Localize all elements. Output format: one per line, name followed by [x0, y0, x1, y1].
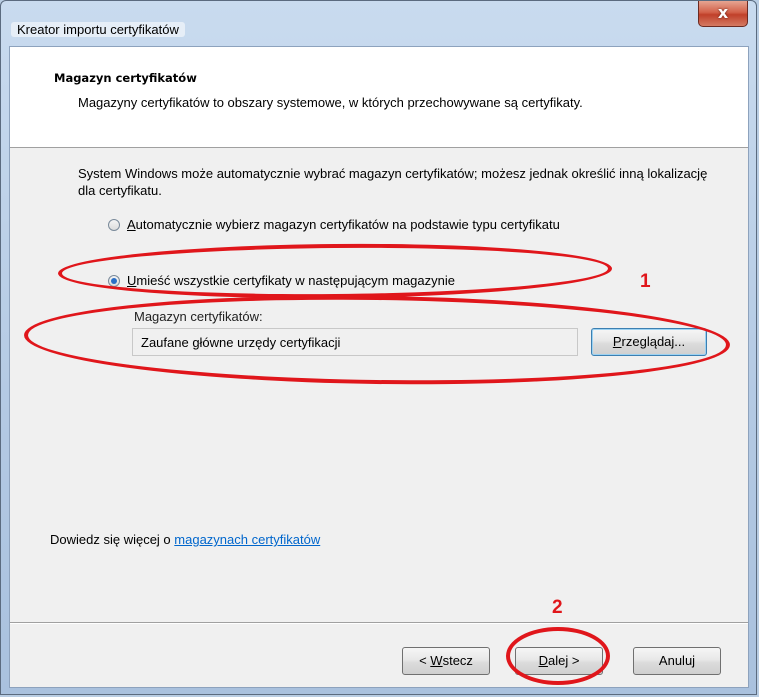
learn-more-text: Dowiedz się więcej o magazynach certyfik… — [50, 532, 320, 547]
footer-separator — [10, 622, 748, 624]
title-bar[interactable]: Kreator importu certyfikatów x — [1, 1, 756, 41]
page-title: Magazyn certyfikatów — [54, 71, 197, 85]
radio-auto-label-text: utomatycznie wybierz magazyn certyfikató… — [135, 217, 560, 232]
annotation-label-2: 2 — [552, 597, 563, 618]
back-button[interactable]: < Wstecz — [402, 647, 490, 675]
radio-unchecked-icon[interactable] — [108, 218, 120, 231]
accelerator-key: A — [127, 217, 136, 232]
annotation-label-1: 1 — [640, 271, 651, 292]
intro-text: System Windows może automatycznie wybrać… — [78, 166, 708, 198]
cancel-button[interactable]: Anuluj — [633, 647, 721, 675]
accelerator-key: W — [430, 653, 443, 668]
wizard-header: Magazyn certyfikatów Magazyny certyfikat… — [10, 47, 748, 148]
learn-more-link[interactable]: magazynach certyfikatów — [174, 532, 320, 547]
radio-auto-label: Automatycznie wybierz magazyn certyfikat… — [127, 217, 560, 232]
close-icon: x — [717, 3, 729, 22]
close-button[interactable]: x — [698, 1, 748, 27]
back-prefix: < — [419, 653, 431, 668]
annotation-circle-next — [506, 627, 610, 685]
window-title: Kreator importu certyfikatów — [11, 22, 185, 37]
page-description: Magazyny certyfikatów to obszary systemo… — [78, 95, 583, 110]
learn-more-prefix: Dowiedz się więcej o — [50, 532, 175, 547]
radio-auto-select-store[interactable]: Automatycznie wybierz magazyn certyfikat… — [108, 217, 560, 232]
back-button-label: stecz — [442, 653, 473, 668]
